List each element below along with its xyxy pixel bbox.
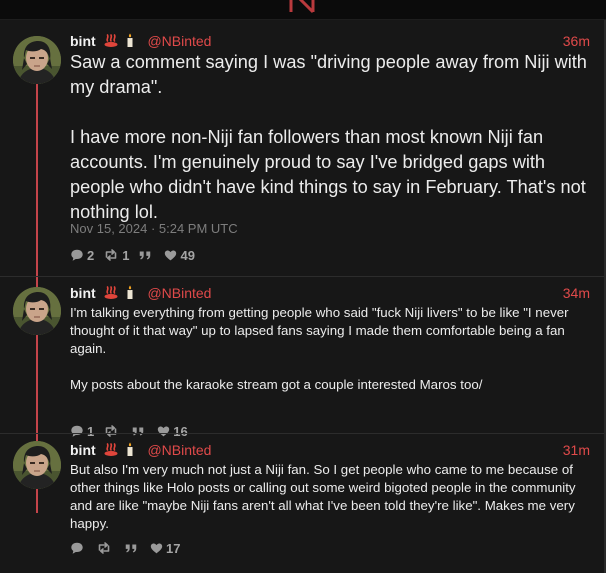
repost-icon [103, 247, 119, 263]
tweet[interactable]: bint @NBinted 36m Saw a comment saying I… [0, 20, 604, 275]
hot-springs-icon [103, 441, 119, 457]
author-name[interactable]: bint [70, 285, 96, 301]
like-count: 17 [166, 540, 181, 556]
candle-icon [122, 284, 138, 300]
tweet-time[interactable]: 34m [563, 284, 590, 302]
tweet-stats: 17 [70, 540, 189, 556]
heart-icon [150, 542, 163, 555]
timeline: bint @NBinted 36m Saw a comment saying I… [0, 20, 606, 573]
heart-icon [164, 249, 177, 262]
reply-icon [70, 541, 84, 555]
tweet-time[interactable]: 31m [563, 441, 590, 459]
candle-icon [122, 441, 138, 457]
top-bar [0, 0, 606, 20]
tweet-header: bint @NBinted 36m [70, 32, 590, 50]
candle-icon [122, 32, 138, 48]
reply-count: 2 [87, 247, 95, 263]
repost-count: 1 [122, 247, 130, 263]
avatar[interactable] [13, 36, 61, 84]
hot-springs-icon [103, 32, 119, 48]
tweet-text: But also I'm very much not just a Niji f… [70, 462, 580, 531]
quote-icon [124, 541, 138, 555]
repost-button[interactable] [96, 540, 115, 556]
tweet-text: Saw a comment saying I was "driving peop… [70, 52, 587, 222]
repost-icon [96, 540, 112, 556]
author-handle[interactable]: @NBinted [147, 285, 211, 301]
tweet-time[interactable]: 36m [563, 32, 590, 50]
author-name[interactable]: bint [70, 33, 96, 49]
avatar[interactable] [13, 287, 61, 335]
tweet-timestamp[interactable]: Nov 15, 2024 · 5:24 PM UTC [70, 221, 238, 236]
reply-icon [70, 248, 84, 262]
repost-button[interactable]: 1 [103, 247, 129, 263]
author-handle[interactable]: @NBinted [147, 442, 211, 458]
avatar[interactable] [13, 441, 61, 489]
tweet-header: bint @NBinted 31m [70, 441, 590, 459]
tweet-text: I'm talking everything from getting peop… [70, 305, 569, 392]
tweet[interactable]: bint @NBinted 31m But also I'm very much… [0, 434, 604, 573]
like-button[interactable]: 17 [150, 541, 180, 556]
tweet-header: bint @NBinted 34m [70, 284, 590, 302]
quote-button[interactable] [124, 541, 141, 555]
quote-button[interactable] [138, 248, 155, 262]
tweet[interactable]: bint @NBinted 34m I'm talking everything… [0, 277, 604, 439]
nitter-logo-icon[interactable] [288, 0, 316, 14]
reply-button[interactable] [70, 541, 87, 555]
hot-springs-icon [103, 284, 119, 300]
author-name[interactable]: bint [70, 442, 96, 458]
like-count: 49 [180, 247, 195, 263]
quote-icon [138, 248, 152, 262]
reply-button[interactable]: 2 [70, 248, 94, 263]
author-handle[interactable]: @NBinted [147, 33, 211, 49]
tweet-stats: 2 1 49 [70, 247, 204, 263]
like-button[interactable]: 49 [164, 247, 195, 263]
